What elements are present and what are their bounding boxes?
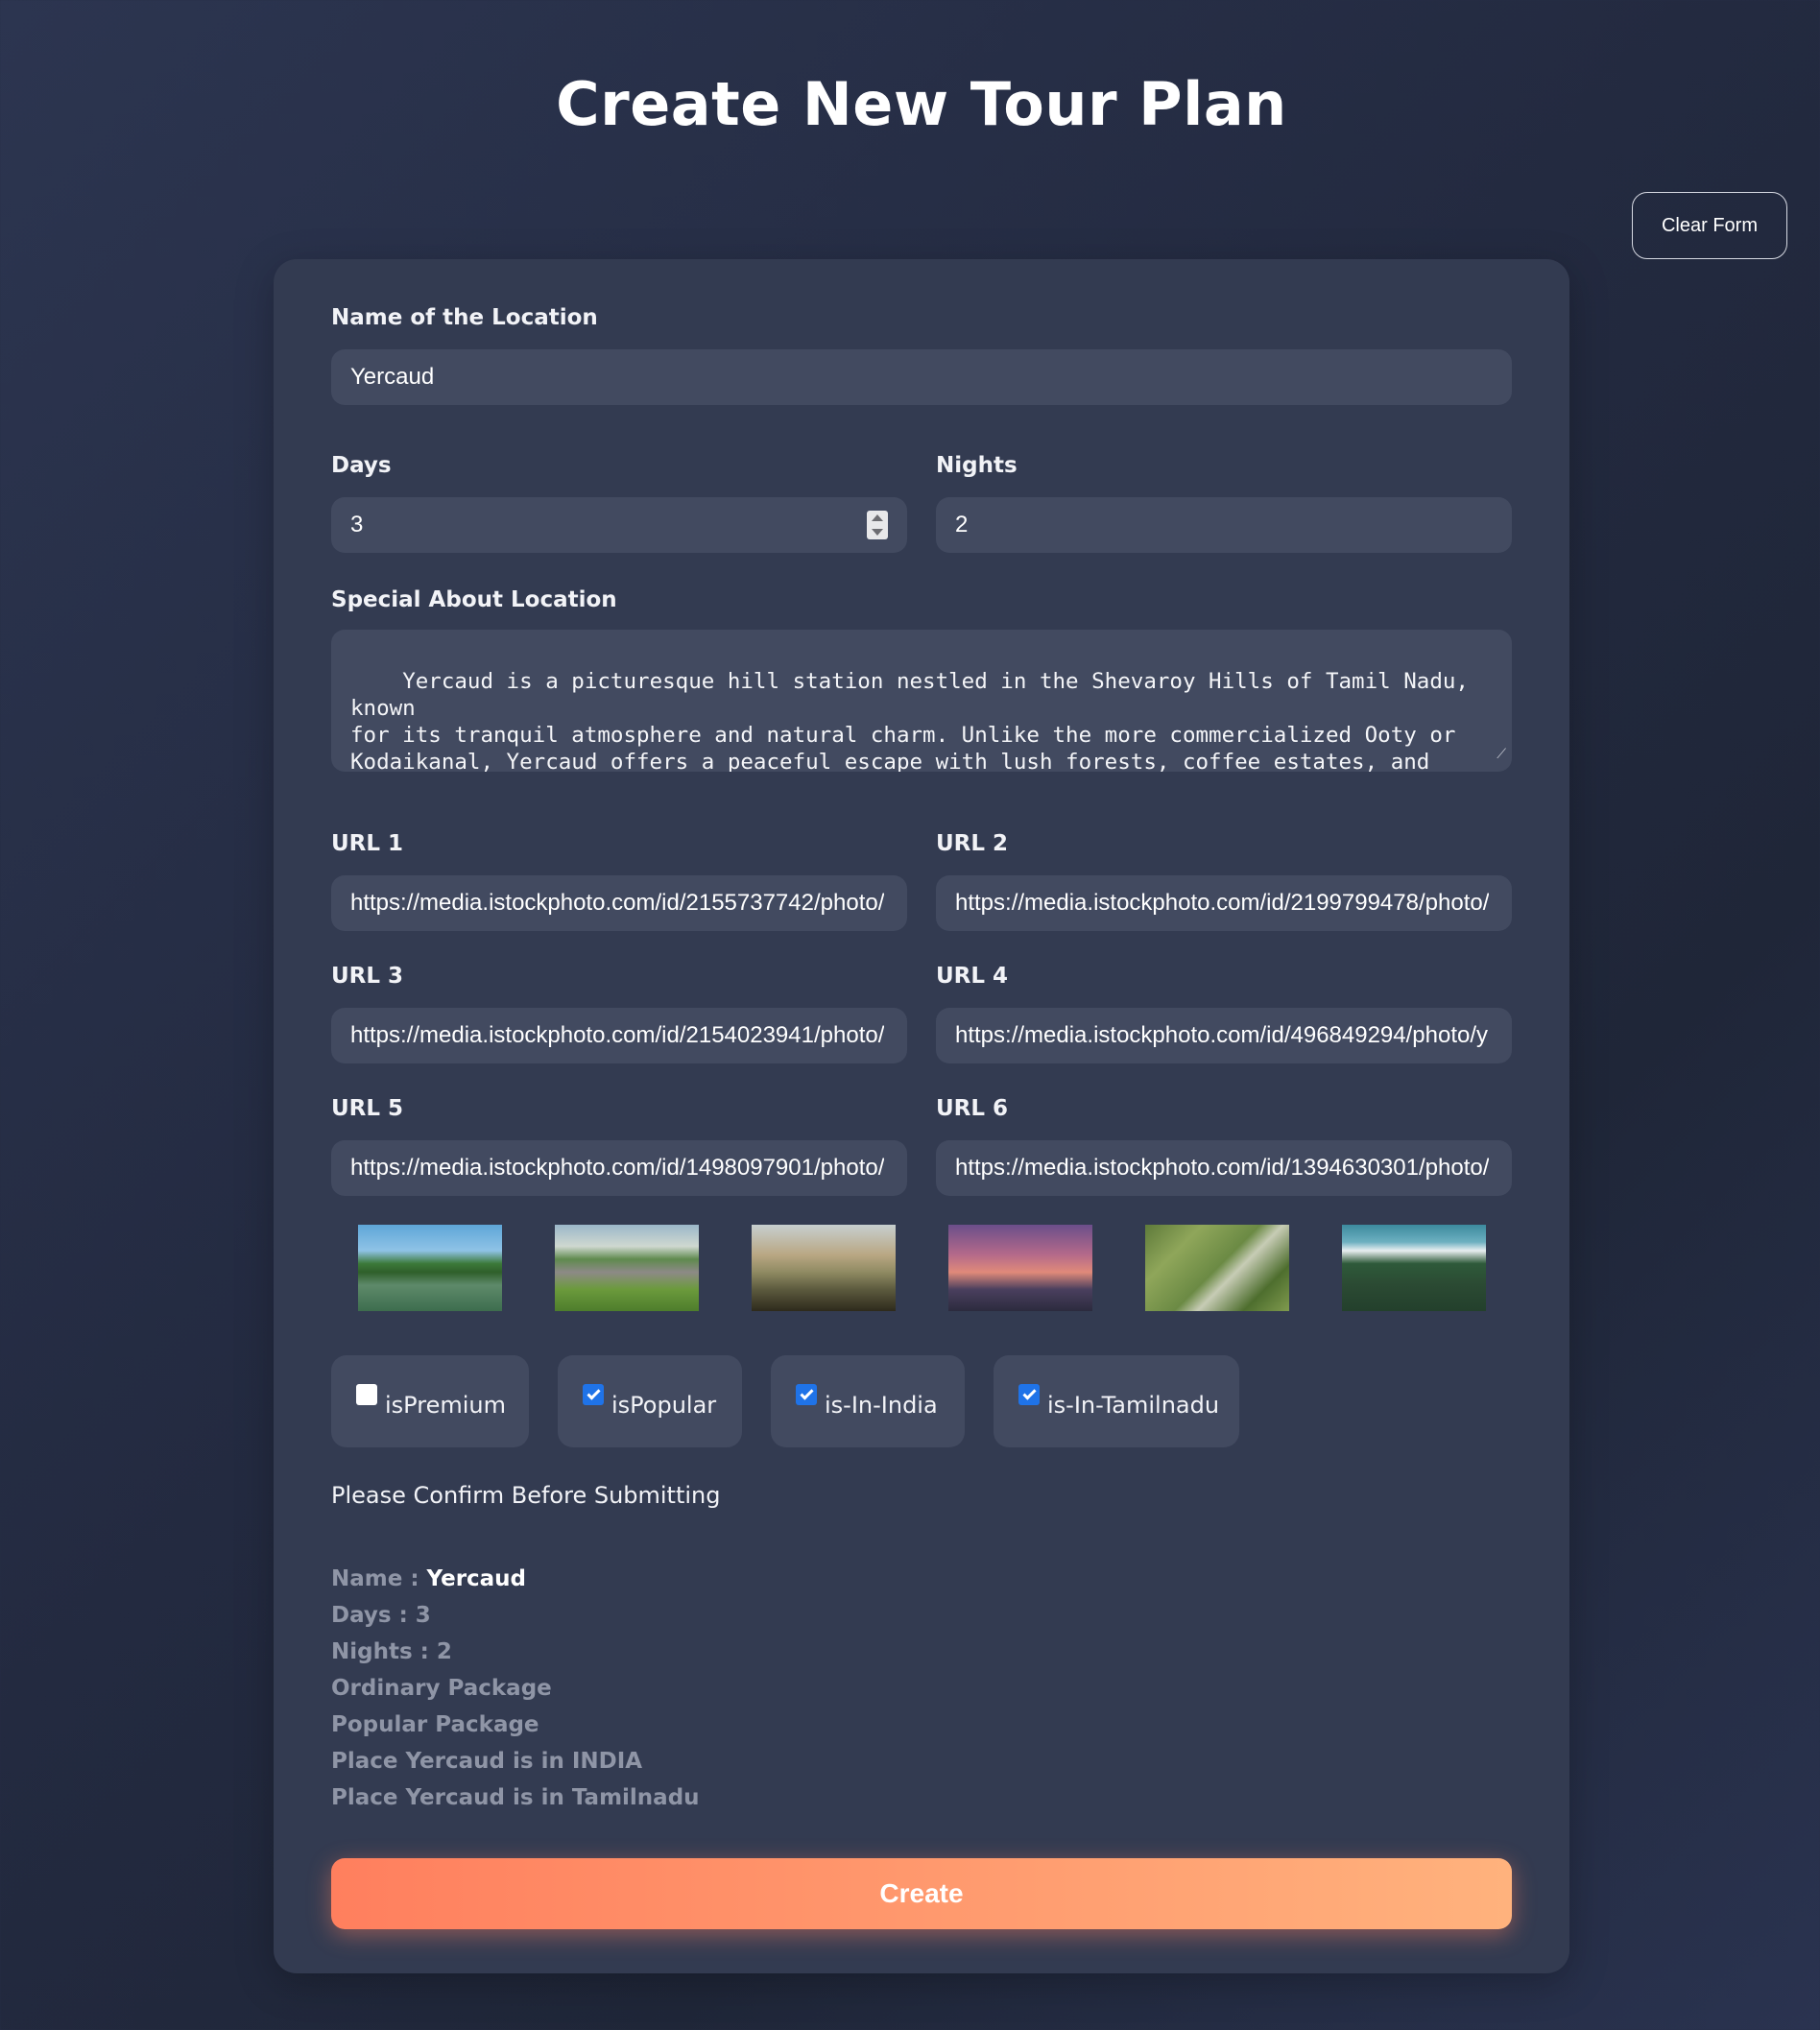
url2-label: URL 2: [936, 831, 1009, 856]
is-premium-label: isPremium: [385, 1392, 506, 1419]
is-in-tamilnadu-label: is-In-Tamilnadu: [1047, 1392, 1220, 1419]
url1-value: https://media.istockphoto.com/id/2155737…: [350, 890, 885, 916]
is-popular-label: isPopular: [611, 1392, 717, 1419]
is-in-india-label: is-In-India: [825, 1392, 938, 1419]
is-in-tamilnadu-checkbox[interactable]: [1018, 1384, 1040, 1405]
summary-name-prefix: Name :: [331, 1566, 427, 1591]
summary-in-tamilnadu: Place Yercaud is in Tamilnadu: [331, 1785, 700, 1810]
summary-nights: Nights : 2: [331, 1639, 452, 1664]
preview-image-temple: [555, 1225, 699, 1311]
preview-image-lake: [358, 1225, 502, 1311]
url4-input[interactable]: https://media.istockphoto.com/id/4968492…: [936, 1008, 1512, 1063]
url3-value: https://media.istockphoto.com/id/2154023…: [350, 1022, 885, 1048]
url3-input[interactable]: https://media.istockphoto.com/id/2154023…: [331, 1008, 907, 1063]
tour-form-card: Name of the Location Yercaud Days 3 Nigh…: [274, 259, 1569, 1973]
days-value: 3: [350, 512, 364, 537]
location-value: Yercaud: [350, 364, 435, 390]
summary-name: Name : Yercaud: [331, 1561, 700, 1597]
url6-input[interactable]: https://media.istockphoto.com/id/1394630…: [936, 1140, 1512, 1196]
url6-label: URL 6: [936, 1096, 1009, 1121]
decrement-icon[interactable]: [872, 529, 883, 536]
check-icon: [586, 1386, 601, 1400]
preview-image-valley: [752, 1225, 896, 1311]
summary-list: Name : Yercaud Days : 3 Nights : 2 Ordin…: [331, 1561, 700, 1816]
days-input[interactable]: 3: [331, 497, 907, 553]
url3-label: URL 3: [331, 964, 404, 989]
is-popular-option[interactable]: isPopular: [558, 1355, 742, 1447]
clear-form-button[interactable]: Clear Form: [1632, 192, 1787, 259]
is-in-tamilnadu-option[interactable]: is-In-Tamilnadu: [994, 1355, 1239, 1447]
special-textarea[interactable]: Yercaud is a picturesque hill station ne…: [331, 630, 1512, 772]
preview-image-hilltop: [1342, 1225, 1486, 1311]
is-in-india-option[interactable]: is-In-India: [771, 1355, 965, 1447]
is-premium-checkbox[interactable]: [356, 1384, 377, 1405]
page-title: Create New Tour Plan: [556, 69, 1287, 139]
special-label: Special About Location: [331, 587, 617, 612]
summary-package-popular: Popular Package: [331, 1712, 539, 1737]
summary-days: Days : 3: [331, 1603, 431, 1628]
increment-icon[interactable]: [872, 514, 883, 521]
url4-label: URL 4: [936, 964, 1009, 989]
url1-input[interactable]: https://media.istockphoto.com/id/2155737…: [331, 875, 907, 931]
is-in-india-checkbox[interactable]: [796, 1384, 817, 1405]
preview-image-sunset: [948, 1225, 1092, 1311]
url4-value: https://media.istockphoto.com/id/4968492…: [955, 1022, 1489, 1048]
days-label: Days: [331, 453, 392, 478]
url5-value: https://media.istockphoto.com/id/1498097…: [350, 1155, 885, 1181]
url2-value: https://media.istockphoto.com/id/2199799…: [955, 890, 1490, 916]
url5-label: URL 5: [331, 1096, 404, 1121]
days-stepper[interactable]: [867, 511, 888, 539]
summary-in-india: Place Yercaud is in INDIA: [331, 1749, 643, 1774]
summary-package-ordinary: Ordinary Package: [331, 1676, 552, 1701]
check-icon: [1021, 1386, 1037, 1400]
special-text: Yercaud is a picturesque hill station ne…: [350, 669, 1469, 772]
nights-input[interactable]: 2: [936, 497, 1512, 553]
preview-image-hairpin-road: [1145, 1225, 1289, 1311]
url1-label: URL 1: [331, 831, 404, 856]
create-button[interactable]: Create: [331, 1858, 1512, 1929]
is-popular-checkbox[interactable]: [583, 1384, 604, 1405]
nights-label: Nights: [936, 453, 1018, 478]
nights-value: 2: [955, 512, 969, 537]
check-icon: [799, 1386, 814, 1400]
url6-value: https://media.istockphoto.com/id/1394630…: [955, 1155, 1490, 1181]
is-premium-option[interactable]: isPremium: [331, 1355, 529, 1447]
url2-input[interactable]: https://media.istockphoto.com/id/2199799…: [936, 875, 1512, 931]
image-preview-strip: [358, 1225, 1491, 1311]
url5-input[interactable]: https://media.istockphoto.com/id/1498097…: [331, 1140, 907, 1196]
resize-handle-icon[interactable]: ⟋: [1497, 741, 1506, 768]
location-input[interactable]: Yercaud: [331, 349, 1512, 405]
location-label: Name of the Location: [331, 305, 598, 330]
summary-name-value: Yercaud: [426, 1566, 527, 1591]
confirm-text: Please Confirm Before Submitting: [331, 1482, 721, 1509]
